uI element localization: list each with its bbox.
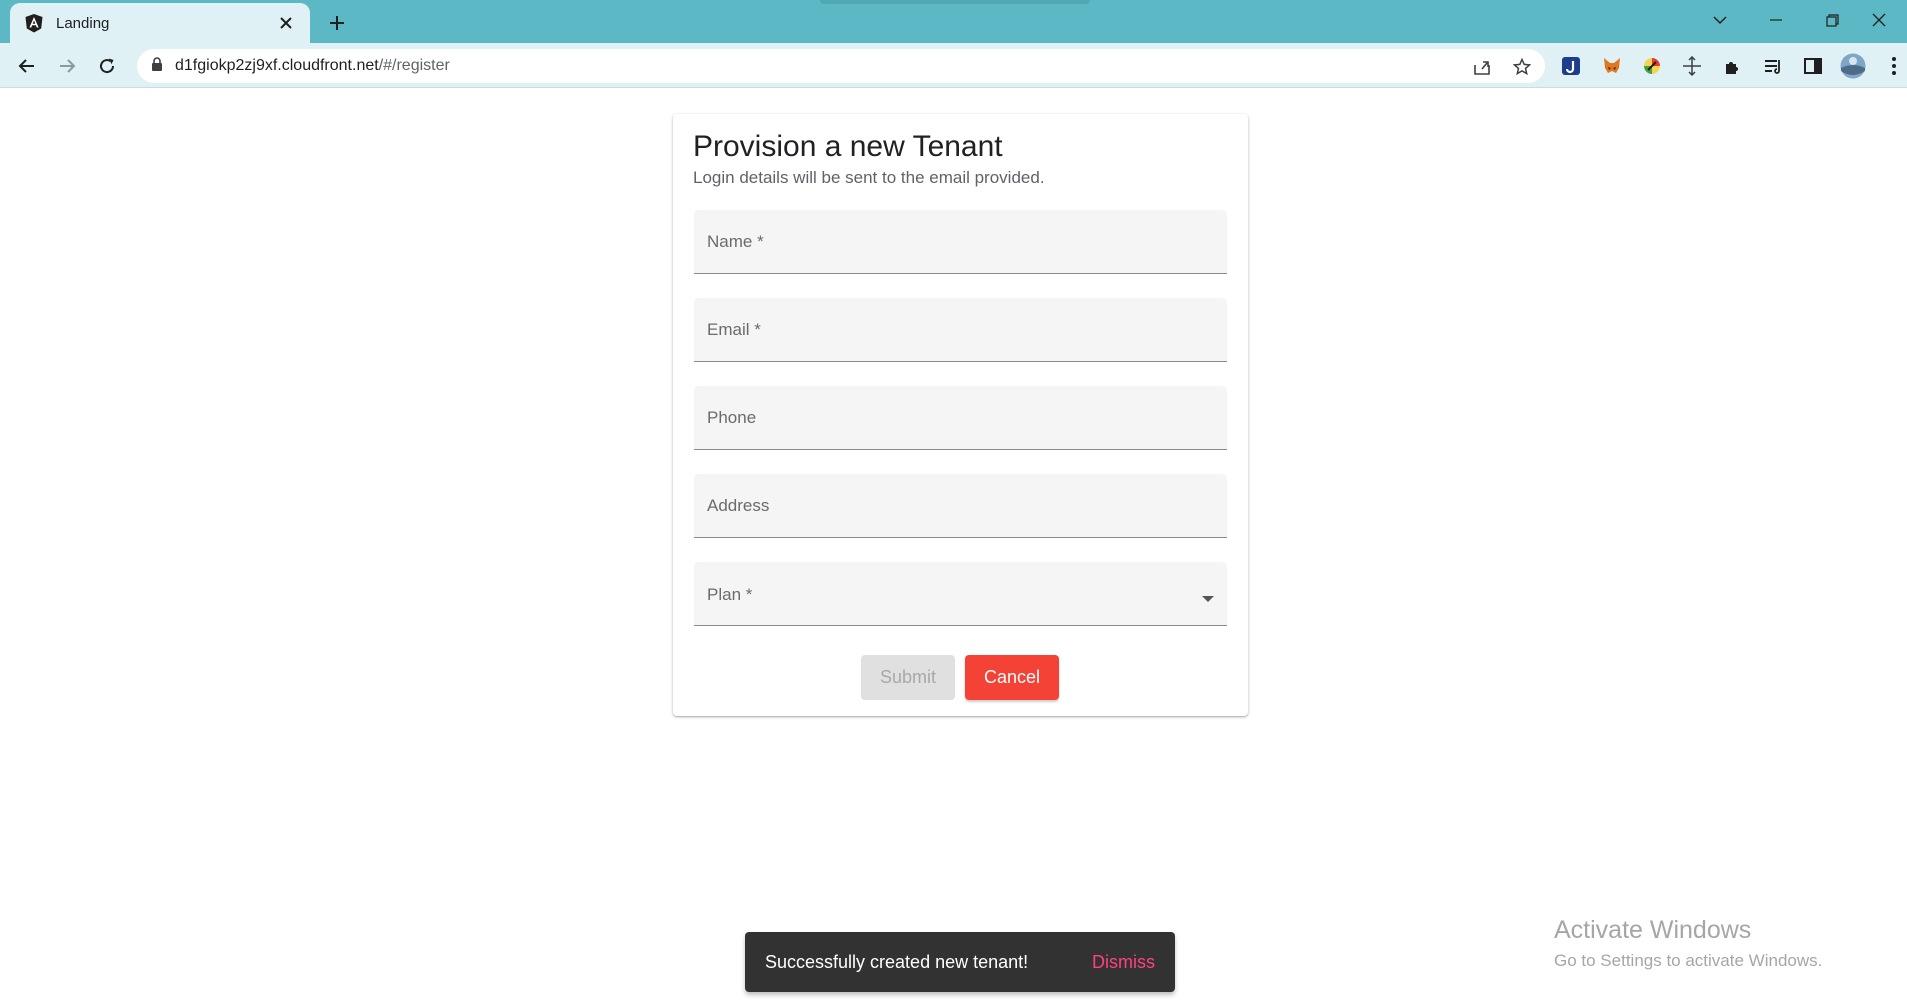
address-input[interactable] xyxy=(694,474,1227,537)
name-input[interactable] xyxy=(694,210,1227,273)
metamask-fox-icon[interactable] xyxy=(1598,52,1626,80)
side-panel-icon[interactable] xyxy=(1799,52,1827,80)
window-close-icon[interactable] xyxy=(1851,0,1907,40)
titlebar-drag-region xyxy=(820,0,1090,4)
move-cross-icon[interactable] xyxy=(1678,52,1706,80)
extension-j-icon[interactable] xyxy=(1557,52,1585,80)
snackbar-message: Successfully created new tenant! xyxy=(765,951,1029,972)
phone-field[interactable] xyxy=(694,386,1227,450)
browser-titlebar: Landing xyxy=(0,0,1907,43)
page-subtitle: Login details will be sent to the email … xyxy=(693,168,1045,187)
cancel-button[interactable]: Cancel xyxy=(965,655,1059,700)
profile-avatar-icon[interactable] xyxy=(1839,52,1867,80)
snackbar: Successfully created new tenant! Dismiss xyxy=(745,932,1175,992)
tab-title: Landing xyxy=(56,14,110,32)
lock-icon xyxy=(151,56,163,76)
kebab-menu-icon[interactable] xyxy=(1880,52,1907,80)
chevron-down-icon[interactable] xyxy=(1692,0,1748,40)
address-bar[interactable]: d1fgiokp2zj9xf.cloudfront.net/#/register xyxy=(137,49,1545,83)
phone-input[interactable] xyxy=(694,386,1227,449)
share-icon[interactable] xyxy=(1469,54,1495,80)
browser-tab-landing[interactable]: Landing xyxy=(10,3,310,43)
page-title: Provision a new Tenant xyxy=(693,130,1003,163)
url-path: /#/register xyxy=(378,57,450,74)
plan-select-label: Plan * xyxy=(707,585,753,604)
watermark-title: Activate Windows xyxy=(1554,916,1752,944)
name-field[interactable] xyxy=(694,210,1227,274)
address-field[interactable] xyxy=(694,474,1227,538)
activate-windows-watermark: Activate Windows Go to Settings to activ… xyxy=(1554,916,1822,971)
dropdown-arrow-icon xyxy=(1202,596,1214,602)
submit-button[interactable]: Submit xyxy=(861,655,955,700)
url-host: d1fgiokp2zj9xf.cloudfront.net xyxy=(175,57,379,74)
email-field[interactable] xyxy=(694,298,1227,362)
email-input[interactable] xyxy=(694,298,1227,361)
plus-icon[interactable] xyxy=(322,8,352,38)
reload-icon[interactable] xyxy=(90,49,124,83)
register-card: Provision a new Tenant Login details wil… xyxy=(673,114,1248,716)
browser-toolbar: d1fgiokp2zj9xf.cloudfront.net/#/register xyxy=(0,43,1907,88)
angular-favicon-icon xyxy=(24,13,44,33)
close-icon[interactable] xyxy=(274,11,298,35)
reading-list-icon[interactable] xyxy=(1759,52,1787,80)
dismiss-button[interactable]: Dismiss xyxy=(1092,952,1155,973)
back-arrow-icon[interactable] xyxy=(10,49,44,83)
extensions-icon[interactable] xyxy=(1719,52,1747,80)
forward-arrow-icon[interactable] xyxy=(50,49,84,83)
colorful-extension-icon[interactable] xyxy=(1638,52,1666,80)
plan-select[interactable]: Plan * xyxy=(694,562,1227,626)
minimize-icon[interactable] xyxy=(1748,0,1804,40)
star-icon[interactable] xyxy=(1509,54,1535,80)
watermark-subtitle: Go to Settings to activate Windows. xyxy=(1554,951,1823,970)
